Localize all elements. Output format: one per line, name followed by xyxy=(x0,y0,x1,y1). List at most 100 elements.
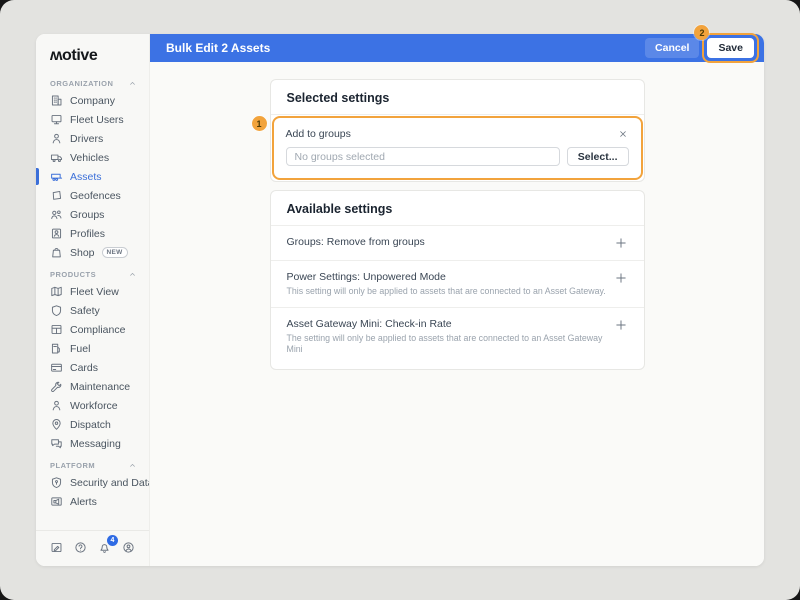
cancel-button[interactable]: Cancel xyxy=(645,38,700,58)
available-setting-row: Power Settings: Unpowered Mode This setti… xyxy=(270,261,644,308)
annotation-step-2-badge: 2 xyxy=(694,25,710,40)
sidebar-item-label: Workforce xyxy=(70,399,118,412)
new-badge: NEW xyxy=(101,247,128,258)
add-to-groups-header: Add to groups xyxy=(286,128,629,140)
workforce-icon xyxy=(50,399,63,412)
sidebar-item-maintenance[interactable]: Maintenance xyxy=(36,377,149,396)
sidebar-item-fuel[interactable]: Fuel xyxy=(36,339,149,358)
available-settings-card: Available settings Groups: Remove from g… xyxy=(269,190,645,370)
groups-input[interactable] xyxy=(285,147,560,166)
sidebar-nav: ORGANIZATION Company Fleet Users Drivers Veh… xyxy=(36,71,149,530)
sidebar-item-workforce[interactable]: Workforce xyxy=(36,396,149,415)
maintenance-icon xyxy=(50,380,63,393)
sidebar-item-label: Profiles xyxy=(70,227,106,240)
motive-logo: ʍotive xyxy=(50,47,98,64)
sidebar-item-alerts[interactable]: Alerts xyxy=(36,492,149,511)
sidebar-item-groups[interactable]: Groups xyxy=(36,205,149,224)
sidebar-item-profiles[interactable]: Profiles xyxy=(36,224,149,243)
sidebar-section-organization[interactable]: ORGANIZATION xyxy=(36,71,149,91)
sidebar-item-fleet-users[interactable]: Fleet Users xyxy=(36,110,149,129)
save-button[interactable]: Save xyxy=(707,38,754,58)
add-to-groups-controls: Select... xyxy=(285,147,629,166)
vehicles-icon xyxy=(50,151,63,164)
notifications-bell-icon[interactable]: 4 xyxy=(98,535,118,554)
cards-icon xyxy=(50,361,63,374)
sidebar-item-safety[interactable]: Safety xyxy=(36,301,149,320)
sidebar-section-platform[interactable]: PLATFORM xyxy=(36,453,149,473)
sidebar-item-label: Cards xyxy=(70,361,99,374)
help-icon[interactable] xyxy=(74,541,87,554)
setting-title: Power Settings: Unpowered Mode xyxy=(286,271,446,283)
save-button-wrap: 2 Save xyxy=(694,25,759,63)
account-icon[interactable] xyxy=(122,541,135,554)
sidebar-item-fleet-view[interactable]: Fleet View xyxy=(36,282,149,301)
sidebar-item-label: Company xyxy=(70,94,115,107)
sidebar-item-label: Messaging xyxy=(70,437,121,450)
safety-icon xyxy=(50,304,63,317)
sidebar-item-label: Geofences xyxy=(70,189,121,202)
sidebar-item-label: Fuel xyxy=(70,342,91,355)
screen-background: ʍotive ORGANIZATION Company Fleet Users Dri… xyxy=(0,0,800,600)
annotation-step-1-badge: 1 xyxy=(251,116,267,131)
sidebar-item-dispatch[interactable]: Dispatch xyxy=(36,415,149,434)
setting-title: Asset Gateway Mini: Check-in Rate xyxy=(286,318,452,330)
sidebar-item-security-and-data[interactable]: Security and Data xyxy=(36,473,149,492)
geofences-icon xyxy=(50,189,63,202)
add-setting-plus-icon[interactable] xyxy=(614,271,628,285)
messaging-icon xyxy=(50,437,63,450)
setting-text: Power Settings: Unpowered Mode This setti… xyxy=(287,271,606,297)
sidebar-item-geofences[interactable]: Geofences xyxy=(36,186,149,205)
sidebar-section-label: ORGANIZATION xyxy=(50,79,114,88)
add-setting-plus-icon[interactable] xyxy=(614,236,628,250)
compliance-icon xyxy=(50,323,63,336)
available-settings-title: Available settings xyxy=(270,191,644,226)
sidebar-item-company[interactable]: Company xyxy=(36,91,149,110)
remove-setting-close-icon[interactable] xyxy=(617,128,629,140)
selected-settings-title: Selected settings xyxy=(270,80,644,115)
sidebar-item-label: Drivers xyxy=(70,132,104,145)
fleet-view-icon xyxy=(50,285,63,298)
app-window: ʍotive ORGANIZATION Company Fleet Users Dri… xyxy=(36,25,764,566)
alerts-icon xyxy=(50,495,63,508)
sidebar-item-shop[interactable]: Shop NEW xyxy=(36,243,149,262)
sidebar-item-cards[interactable]: Cards xyxy=(36,358,149,377)
sidebar-item-assets[interactable]: Assets xyxy=(36,167,149,186)
add-to-groups-label: Add to groups xyxy=(285,128,351,140)
page-title: Bulk Edit 2 Assets xyxy=(166,41,271,55)
chevron-up-icon xyxy=(128,79,137,88)
chevron-up-icon xyxy=(128,461,137,470)
topbar-actions: Cancel 2 Save xyxy=(645,25,759,63)
selected-settings-card: Selected settings 1 Add to groups Select… xyxy=(251,79,645,182)
sidebar-item-messaging[interactable]: Messaging xyxy=(36,434,149,453)
shop-icon xyxy=(50,246,63,259)
setting-text: Groups: Remove from groups xyxy=(287,236,425,249)
add-to-groups-setting: 1 Add to groups Select... xyxy=(251,116,643,180)
chevron-up-icon xyxy=(128,270,137,279)
setting-description: This setting will only be applied to ass… xyxy=(286,286,606,296)
setting-description: The setting will only be applied to asse… xyxy=(286,333,603,354)
sidebar-item-label: Safety xyxy=(70,304,100,317)
setting-text: Asset Gateway Mini: Check-in Rate The set… xyxy=(287,318,614,355)
main-area: Bulk Edit 2 Assets Cancel 2 Save Selecte… xyxy=(150,25,764,566)
sidebar-footer: 4 xyxy=(36,530,149,566)
sidebar-item-drivers[interactable]: Drivers xyxy=(36,129,149,148)
drivers-icon xyxy=(50,132,63,145)
fleet-users-icon xyxy=(50,113,63,126)
sidebar-item-label: Maintenance xyxy=(70,380,131,393)
available-setting-row: Groups: Remove from groups xyxy=(270,226,644,261)
select-groups-button[interactable]: Select... xyxy=(566,147,629,166)
sidebar-item-label: Fleet View xyxy=(70,285,119,298)
sidebar-section-products[interactable]: PRODUCTS xyxy=(36,262,149,282)
sidebar: ʍotive ORGANIZATION Company Fleet Users Dri… xyxy=(36,34,150,566)
available-settings-list: Groups: Remove from groups Power Settings… xyxy=(270,226,644,369)
setting-title: Groups: Remove from groups xyxy=(286,236,425,248)
profiles-icon xyxy=(50,227,63,240)
groups-icon xyxy=(50,208,63,221)
whats-new-icon[interactable] xyxy=(50,541,63,554)
dispatch-icon xyxy=(50,418,63,431)
security-and-data-icon xyxy=(50,476,63,489)
sidebar-item-label: Alerts xyxy=(70,495,97,508)
add-setting-plus-icon[interactable] xyxy=(614,318,628,332)
sidebar-item-compliance[interactable]: Compliance xyxy=(36,320,149,339)
sidebar-item-vehicles[interactable]: Vehicles xyxy=(36,148,149,167)
